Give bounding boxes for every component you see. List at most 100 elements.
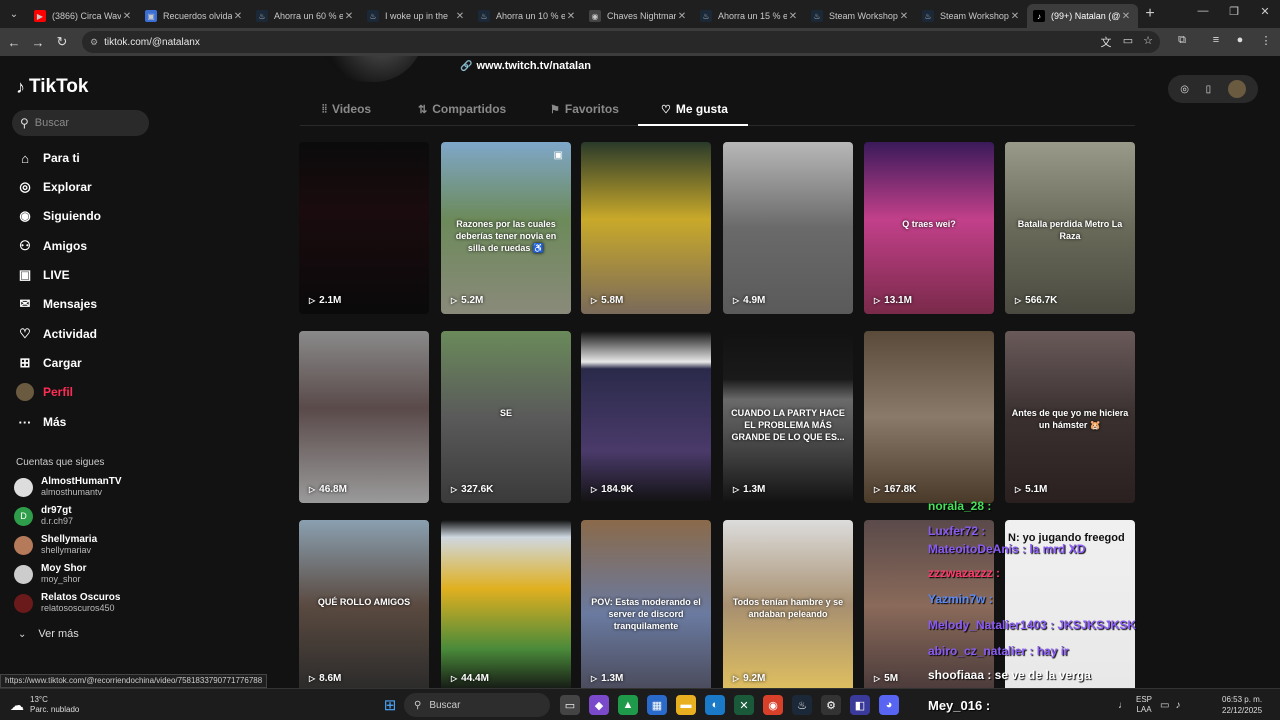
tab-close-icon[interactable]: ✕: [1009, 11, 1021, 22]
video-thumbnail[interactable]: ▷ 2.1M: [299, 142, 429, 314]
video-thumbnail[interactable]: Todos tenían hambre y se andaban peleand…: [723, 520, 853, 688]
app-icon[interactable]: ⚙: [821, 695, 841, 715]
profile-link[interactable]: 🔗 www.twitch.tv/natalan: [460, 60, 591, 72]
tab-favoritos[interactable]: ⚑ Favoritos: [550, 102, 619, 116]
file-explorer-icon[interactable]: ▬: [676, 695, 696, 715]
nav-item-para-ti[interactable]: ⌂ Para ti: [16, 148, 80, 168]
tab-close-icon[interactable]: ✕: [454, 11, 466, 22]
tab-close-icon[interactable]: ✕: [787, 11, 799, 22]
video-thumbnail[interactable]: Razones por las cuales deberías tener no…: [441, 142, 571, 314]
play-icon: ▷: [874, 674, 881, 683]
followed-account[interactable]: Relatos Oscuros relatososcuros450: [14, 592, 120, 614]
video-thumbnail[interactable]: ▷ 167.8K: [864, 331, 994, 503]
video-thumbnail[interactable]: CUANDO LA PARTY HACE EL PROBLEMA MÁS GRA…: [723, 331, 853, 503]
tab-close-icon[interactable]: ✕: [232, 11, 244, 22]
nav-item-cargar[interactable]: ⊞ Cargar: [16, 353, 82, 373]
device-icon[interactable]: ▯: [1206, 84, 1212, 95]
tab-close-icon[interactable]: ✕: [898, 11, 910, 22]
chrome-icon[interactable]: ◉: [763, 695, 783, 715]
tab-search-icon[interactable]: ⌄: [0, 0, 28, 28]
video-thumbnail[interactable]: ▷ 184.9K: [581, 331, 711, 503]
close-window-icon[interactable]: ✕: [1250, 5, 1280, 18]
clock[interactable]: 06:53 p. m. 22/12/2025: [1222, 694, 1262, 716]
nav-item-live[interactable]: ▣ LIVE: [16, 265, 70, 285]
bookmark-star-icon[interactable]: ☆: [1140, 34, 1156, 47]
browser-tab[interactable]: ♨ Steam Workshop ✕: [916, 4, 1027, 28]
discord-icon[interactable]: ◕: [879, 695, 899, 715]
copilot-icon[interactable]: ◆: [589, 695, 609, 715]
nav-item-siguiendo[interactable]: ◉ Siguiendo: [16, 206, 101, 226]
video-thumbnail[interactable]: Batalla perdida Metro La Raza ▷ 566.7K: [1005, 142, 1135, 314]
browser-tab[interactable]: ♨ Ahorra un 60 % en ✕: [250, 4, 361, 28]
tab-close-icon[interactable]: ✕: [565, 11, 577, 22]
app-icon[interactable]: ▲: [618, 695, 638, 715]
browser-tab[interactable]: ▣ Recuerdos olvidados✕: [139, 4, 250, 28]
browser-menu-icon[interactable]: ⋮: [1258, 34, 1274, 47]
video-thumbnail[interactable]: SE ▷ 327.6K: [441, 331, 571, 503]
followed-account[interactable]: Moy Shor moy_shor: [14, 563, 87, 585]
nav-item-perfil[interactable]: ● Perfil: [16, 382, 73, 402]
coin-icon[interactable]: ◎: [1180, 84, 1189, 95]
nav-item-mensajes[interactable]: ✉ Mensajes: [16, 294, 97, 314]
microphone-icon[interactable]: ♩: [1118, 700, 1128, 711]
browser-tab[interactable]: ◉ Chaves Nightmare ✕: [583, 4, 694, 28]
nav-item-explorar[interactable]: ◎ Explorar: [16, 177, 91, 197]
address-bar[interactable]: ⚙ tiktok.com/@natalanx: [82, 31, 1160, 53]
video-thumbnail[interactable]: QUÉ ROLLO AMIGOS ▷ 8.6M: [299, 520, 429, 688]
video-thumbnail[interactable]: Q traes wei? ▷ 13.1M: [864, 142, 994, 314]
network-icon[interactable]: ▭: [1160, 700, 1169, 711]
tab-close-icon[interactable]: ✕: [343, 11, 355, 22]
see-more-button[interactable]: ⌄ Ver más: [18, 628, 79, 640]
reload-icon[interactable]: ↻: [50, 34, 74, 50]
excel-icon[interactable]: ✕: [734, 695, 754, 715]
app-icon[interactable]: ◧: [850, 695, 870, 715]
followed-account[interactable]: Ddr97gt d.r.ch97: [14, 505, 73, 527]
tab-close-icon[interactable]: ✕: [121, 11, 133, 22]
user-avatar[interactable]: [1227, 80, 1246, 98]
forward-icon[interactable]: →: [26, 35, 50, 50]
site-info-icon[interactable]: ⚙: [90, 37, 98, 48]
tab-close-icon[interactable]: ✕: [676, 11, 688, 22]
cast-icon[interactable]: ▭: [1120, 34, 1136, 47]
language-indicator[interactable]: ESP LAA: [1136, 695, 1152, 715]
profile-avatar-icon[interactable]: ●: [1232, 34, 1248, 46]
windows-start-icon[interactable]: ⊞: [380, 695, 400, 715]
taskbar-search[interactable]: ⚲ Buscar: [404, 693, 550, 717]
tab-me-gusta[interactable]: ♡ Me gusta: [661, 102, 728, 116]
media-icon[interactable]: ≡: [1208, 34, 1224, 46]
video-thumbnail[interactable]: POV: Estas moderando el server de discor…: [581, 520, 711, 688]
followed-account[interactable]: Shellymaria shellymariav: [14, 534, 97, 556]
nav-item-más[interactable]: ··· Más: [16, 412, 67, 432]
browser-tab[interactable]: ♨ Ahorra un 15 % en ✕: [694, 4, 805, 28]
store-icon[interactable]: ▦: [647, 695, 667, 715]
nav-item-amigos[interactable]: ⚇ Amigos: [16, 236, 87, 256]
volume-icon[interactable]: ♪: [1175, 700, 1180, 711]
browser-tab[interactable]: ▶ (3866) Circa Waves✕: [28, 4, 139, 28]
steam-icon[interactable]: ♨: [792, 695, 812, 715]
video-thumbnail[interactable]: ▷ 46.8M: [299, 331, 429, 503]
video-thumbnail[interactable]: Antes de que yo me hiciera un hámster 🐹 ▷…: [1005, 331, 1135, 503]
tab-compartidos[interactable]: ⇅ Compartidos: [418, 102, 506, 116]
tab-close-icon[interactable]: ✕: [1120, 11, 1132, 22]
video-thumbnail[interactable]: ▷ 5.8M: [581, 142, 711, 314]
browser-tab[interactable]: ♨ I woke up in the ✕: [361, 4, 472, 28]
browser-tab[interactable]: ♨ Ahorra un 10 % en ✕: [472, 4, 583, 28]
tab-videos[interactable]: ⦙⦙ Videos: [322, 102, 371, 116]
video-thumbnail[interactable]: ▷ 4.9M: [723, 142, 853, 314]
translate-icon[interactable]: 文: [1098, 34, 1114, 50]
video-thumbnail[interactable]: ▷ 44.4M: [441, 520, 571, 688]
maximize-icon[interactable]: ❐: [1219, 5, 1249, 18]
search-input[interactable]: ⚲ Buscar: [12, 110, 149, 136]
extensions-icon[interactable]: ⧉: [1174, 34, 1190, 47]
weather-widget[interactable]: ☁ 13°C Parc. nublado: [10, 695, 79, 715]
nav-item-actividad[interactable]: ♡ Actividad: [16, 324, 97, 344]
browser-tab[interactable]: ♨ Steam Workshop ✕: [805, 4, 916, 28]
minimize-icon[interactable]: —: [1188, 5, 1218, 17]
tiktok-logo[interactable]: ♪ TikTok: [16, 76, 88, 98]
followed-account[interactable]: AlmostHumanTV almosthumantv: [14, 476, 122, 498]
task-view-icon[interactable]: ▭: [560, 695, 580, 715]
edge-icon[interactable]: ◐: [705, 695, 725, 715]
back-icon[interactable]: ←: [2, 35, 26, 50]
browser-tab[interactable]: ♪ (99+) Natalan (@n ✕: [1027, 4, 1138, 28]
new-tab-button[interactable]: +: [1138, 5, 1162, 23]
